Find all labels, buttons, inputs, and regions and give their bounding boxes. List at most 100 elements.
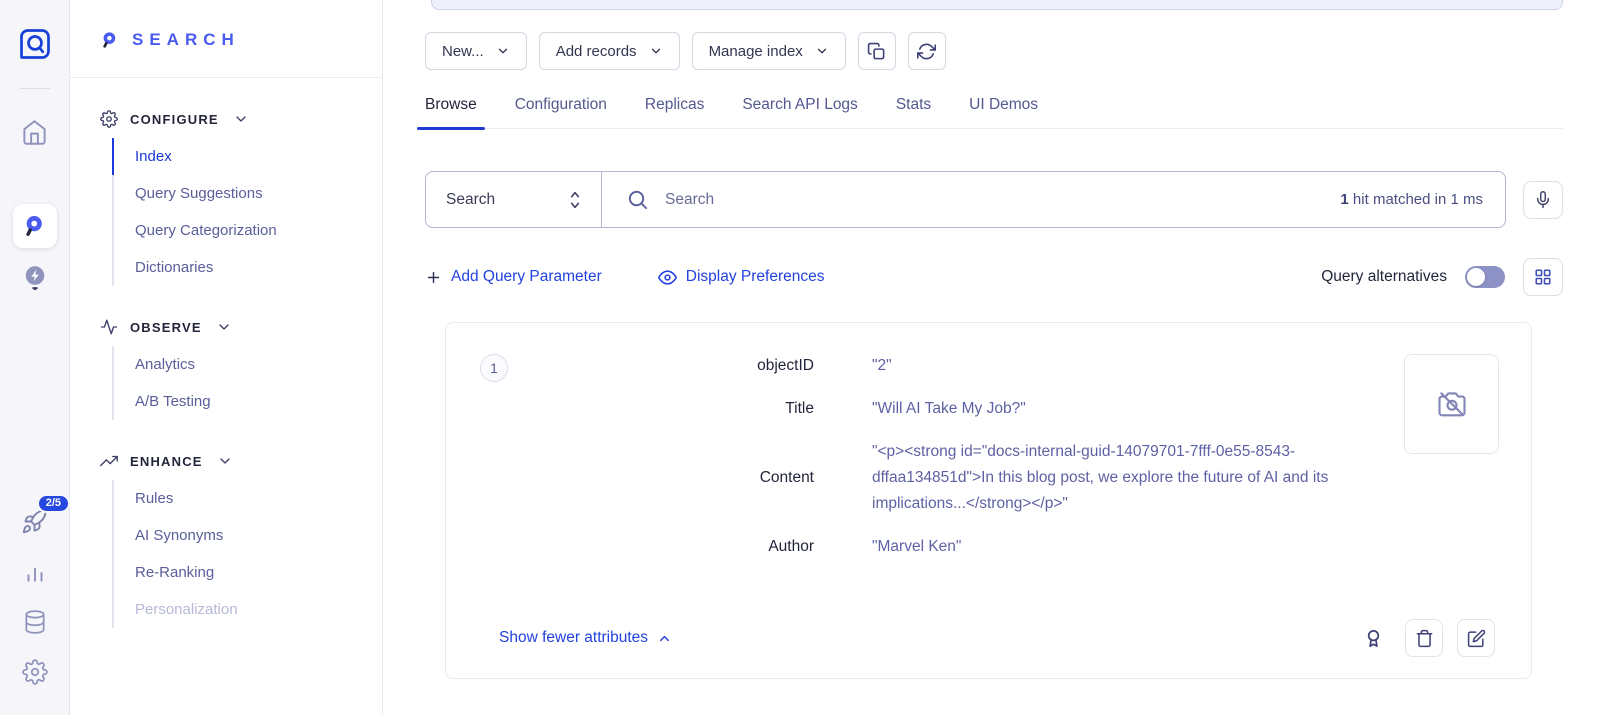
sidebar-item-dictionaries[interactable]: Dictionaries xyxy=(112,249,382,286)
chevron-down-icon xyxy=(649,44,663,58)
chevron-down-icon xyxy=(815,44,829,58)
refresh-button[interactable] xyxy=(908,32,946,70)
plus-icon xyxy=(425,269,442,286)
algolia-logo-icon[interactable] xyxy=(17,26,53,62)
attribute-name: Title xyxy=(446,396,814,422)
delete-record-button[interactable] xyxy=(1405,619,1443,657)
sidebar-item-query-suggestions[interactable]: Query Suggestions xyxy=(112,175,382,212)
attribute-name: Author xyxy=(446,534,814,560)
display-preferences-link[interactable]: Display Preferences xyxy=(658,268,825,287)
attribute-value: "Marvel Ken" xyxy=(814,534,1398,560)
sidebar-divider xyxy=(70,77,382,78)
tab-ui-demos[interactable]: UI Demos xyxy=(969,96,1038,128)
sidebar-item-analytics[interactable]: Analytics xyxy=(112,346,382,383)
app-icon-rail: 2/5 xyxy=(0,0,70,715)
index-toolbar: New... Add records Manage index xyxy=(425,32,1563,70)
sidebar-item-rules[interactable]: Rules xyxy=(112,480,382,517)
scrolled-banner-remnant xyxy=(431,0,1563,10)
attribute-name: Content xyxy=(446,465,814,491)
trending-up-icon xyxy=(100,452,118,470)
rail-divider xyxy=(20,88,50,89)
rail-item-search-active[interactable] xyxy=(13,204,57,248)
monitoring-barchart-icon[interactable] xyxy=(22,559,48,585)
configure-list: Index Query Suggestions Query Categoriza… xyxy=(112,138,382,286)
chevron-down-icon xyxy=(216,319,232,335)
new-index-button[interactable]: New... xyxy=(425,32,527,70)
index-tabs: Browse Configuration Replicas Search API… xyxy=(425,96,1563,129)
enhance-list: Rules AI Synonyms Re-Ranking Personaliza… xyxy=(112,480,382,628)
observe-list: Analytics A/B Testing xyxy=(112,346,382,420)
sidebar-nav: CONFIGURE Index Query Suggestions Query … xyxy=(70,110,382,628)
attribute-value: "<p><strong id="docs-internal-guid-14079… xyxy=(814,439,1398,517)
record-image-placeholder xyxy=(1404,354,1499,454)
add-query-parameter-link[interactable]: Add Query Parameter xyxy=(425,268,602,286)
hits-status: 1 hit matched in 1 ms xyxy=(1340,191,1483,208)
section-label: ENHANCE xyxy=(130,454,203,469)
search-box: Search 1 hit matched in 1 ms xyxy=(425,171,1506,228)
trial-usage-badge: 2/5 xyxy=(37,494,70,513)
attribute-row: objectID "2" xyxy=(446,353,1531,379)
attribute-row: Title "Will AI Take My Job?" xyxy=(446,396,1531,422)
settings-gear-icon[interactable] xyxy=(22,659,48,685)
section-header-enhance[interactable]: ENHANCE xyxy=(100,452,382,470)
layout-grid-button[interactable] xyxy=(1523,258,1563,296)
chevron-down-icon xyxy=(217,453,233,469)
home-icon[interactable] xyxy=(21,119,48,146)
grid-icon xyxy=(1534,268,1552,286)
chevron-up-icon xyxy=(657,631,672,646)
result-card: 1 objectID "2" Title "Will AI Take My Jo… xyxy=(445,322,1532,679)
query-alternatives-toggle[interactable] xyxy=(1465,266,1505,288)
chevron-down-icon xyxy=(233,111,249,127)
query-alternatives-label: Query alternatives xyxy=(1321,268,1447,286)
microphone-icon xyxy=(1534,191,1552,209)
search-row: Search 1 hit matched in 1 ms xyxy=(425,171,1563,228)
attribute-value: "Will AI Take My Job?" xyxy=(814,396,1398,422)
attribute-row: Content "<p><strong id="docs-internal-gu… xyxy=(446,439,1531,517)
ranking-info-icon[interactable] xyxy=(1362,627,1385,650)
section-header-configure[interactable]: CONFIGURE xyxy=(100,110,382,128)
attribute-list: objectID "2" Title "Will AI Take My Job?… xyxy=(446,323,1531,560)
voice-search-button[interactable] xyxy=(1523,181,1563,219)
tab-replicas[interactable]: Replicas xyxy=(645,96,704,128)
search-mode-select[interactable]: Search xyxy=(426,172,602,227)
attribute-value: "2" xyxy=(814,353,1398,379)
trash-icon xyxy=(1415,629,1434,648)
tab-stats[interactable]: Stats xyxy=(896,96,931,128)
sidebar-item-re-ranking[interactable]: Re-Ranking xyxy=(112,554,382,591)
sidebar-item-query-categorization[interactable]: Query Categorization xyxy=(112,212,382,249)
add-records-button[interactable]: Add records xyxy=(539,32,680,70)
main-panel: New... Add records Manage index xyxy=(384,0,1600,715)
refresh-icon xyxy=(917,42,936,61)
tab-configuration[interactable]: Configuration xyxy=(515,96,607,128)
data-sources-icon[interactable] xyxy=(22,609,48,635)
copy-icon xyxy=(867,42,886,61)
show-fewer-attributes-link[interactable]: Show fewer attributes xyxy=(499,629,672,647)
chevron-down-icon xyxy=(496,44,510,58)
section-header-observe[interactable]: OBSERVE xyxy=(100,318,382,336)
edit-record-button[interactable] xyxy=(1457,619,1495,657)
camera-off-icon xyxy=(1437,389,1467,419)
tab-search-api-logs[interactable]: Search API Logs xyxy=(742,96,857,128)
search-brand-icon xyxy=(100,30,120,50)
sidebar-item-personalization[interactable]: Personalization xyxy=(112,591,382,628)
toggle-knob xyxy=(1467,268,1485,286)
section-label: CONFIGURE xyxy=(130,112,219,127)
product-name: SEARCH xyxy=(132,30,240,50)
select-arrows-icon xyxy=(567,189,583,211)
sidebar-item-ab-testing[interactable]: A/B Testing xyxy=(112,383,382,420)
manage-index-button[interactable]: Manage index xyxy=(692,32,846,70)
upgrade-rocket-icon[interactable]: 2/5 xyxy=(21,508,48,535)
sidebar-item-index[interactable]: Index xyxy=(112,138,382,175)
result-card-footer: Show fewer attributes xyxy=(499,619,1495,657)
copy-index-button[interactable] xyxy=(858,32,896,70)
search-input[interactable] xyxy=(665,191,1324,209)
search-mode-value: Search xyxy=(446,191,495,209)
edit-pencil-icon xyxy=(1467,629,1486,648)
pulse-icon xyxy=(100,318,118,336)
gear-icon xyxy=(100,110,118,128)
query-controls-row: Add Query Parameter Display Preferences … xyxy=(425,258,1563,296)
recommend-bulb-icon[interactable] xyxy=(21,264,49,294)
tab-browse[interactable]: Browse xyxy=(425,96,477,128)
section-label: OBSERVE xyxy=(130,320,202,335)
sidebar-item-ai-synonyms[interactable]: AI Synonyms xyxy=(112,517,382,554)
